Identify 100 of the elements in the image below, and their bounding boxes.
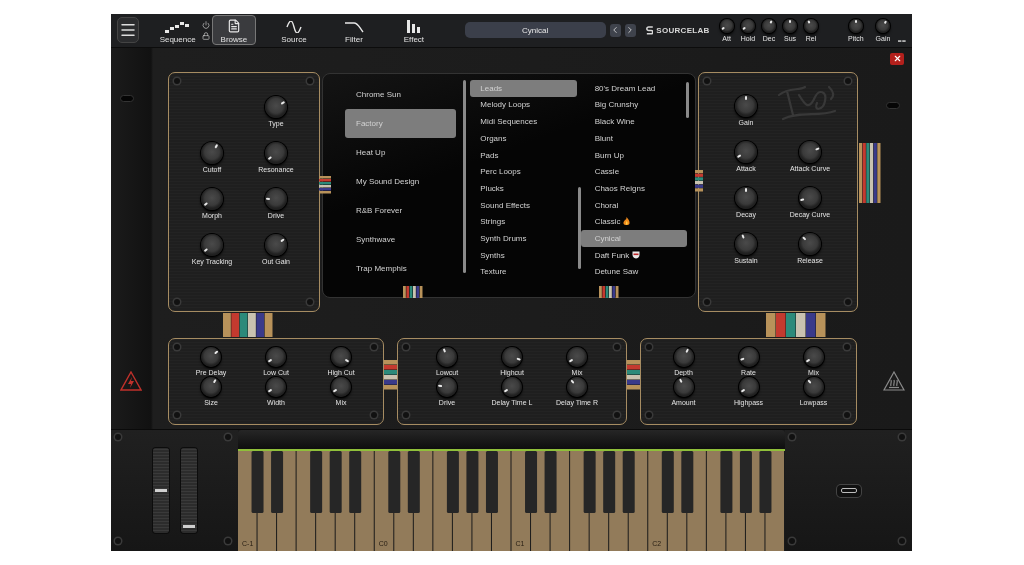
- knob[interactable]: [719, 18, 734, 33]
- nav-tab[interactable]: Browse: [211, 15, 256, 46]
- category-item[interactable]: Synths: [470, 246, 577, 264]
- screw-icon: [845, 77, 851, 84]
- screw-icon: [225, 434, 231, 441]
- screw-icon: [845, 298, 851, 305]
- screw-icon: [614, 411, 620, 418]
- menu-button[interactable]: [117, 17, 140, 44]
- category-item[interactable]: Organs: [470, 130, 577, 147]
- knob[interactable]: [266, 346, 286, 367]
- screw-icon: [789, 538, 795, 545]
- preset-field[interactable]: Cynical: [464, 22, 606, 39]
- cable-drawing: [319, 175, 331, 194]
- document-icon: [226, 19, 241, 34]
- bank-item[interactable]: My Sound Design: [345, 166, 457, 196]
- preset-item[interactable]: Cassie: [580, 163, 687, 181]
- screw-icon: [115, 434, 121, 441]
- preset-item[interactable]: Choral: [580, 196, 687, 214]
- resize-grip-icon: [898, 39, 907, 43]
- knob[interactable]: [331, 346, 351, 367]
- preset-item[interactable]: Chaos Reigns: [580, 180, 687, 197]
- close-icon: [892, 54, 902, 64]
- slot-icon: [120, 94, 134, 102]
- hot-surface-warning-icon: [883, 371, 905, 392]
- power-icon[interactable]: [201, 20, 210, 29]
- modulation-wheel[interactable]: [180, 448, 197, 534]
- cable-drawing: [859, 142, 881, 203]
- screw-icon: [174, 411, 180, 418]
- preset-item[interactable]: Blunt: [580, 130, 687, 147]
- cable-drawing: [223, 312, 273, 337]
- preset-item[interactable]: Detune Saw: [580, 263, 687, 281]
- lock-icon[interactable]: [201, 31, 210, 40]
- steps-icon: [164, 21, 191, 34]
- knob[interactable]: [876, 18, 890, 33]
- knob[interactable]: [567, 346, 587, 367]
- knob[interactable]: [783, 18, 798, 33]
- category-item[interactable]: Strings: [470, 213, 577, 231]
- piano-keys-drawing[interactable]: [238, 451, 785, 551]
- screw-icon: [844, 343, 850, 350]
- category-item[interactable]: Synth Drums: [470, 230, 577, 247]
- nav-tab[interactable]: Filter: [331, 15, 376, 46]
- bank-item[interactable]: Chrome Sun: [345, 79, 457, 109]
- preset-item[interactable]: Big Crunshy: [580, 96, 687, 114]
- category-item[interactable]: Midi Sequences: [470, 113, 577, 130]
- preset-item[interactable]: 80's Dream Lead: [580, 79, 687, 97]
- next-button[interactable]: [624, 23, 636, 37]
- bank-item[interactable]: Trap Memphis: [345, 253, 457, 283]
- knob[interactable]: [331, 376, 351, 397]
- cable-drawing: [695, 169, 703, 192]
- screw-icon: [704, 77, 710, 84]
- flame-icon: [623, 217, 631, 227]
- bank-item[interactable]: R&B Forever: [345, 195, 457, 225]
- category-item[interactable]: Plucks: [470, 180, 577, 197]
- screw-icon: [225, 538, 231, 545]
- screw-icon: [646, 411, 652, 418]
- screw-icon: [403, 411, 409, 418]
- bank-item[interactable]: Heat Up: [345, 137, 457, 167]
- scrollbar[interactable]: [686, 81, 689, 118]
- nav-tab[interactable]: Effect: [391, 15, 436, 46]
- high-voltage-warning-icon: [120, 371, 142, 392]
- knob[interactable]: [502, 376, 522, 397]
- modulation-wheel[interactable]: [152, 448, 169, 534]
- usb-port-icon: [836, 484, 861, 497]
- scrollbar[interactable]: [463, 79, 467, 273]
- nav-tab[interactable]: Source: [271, 15, 316, 46]
- screw-icon: [844, 411, 850, 418]
- cable-drawing: [403, 285, 423, 298]
- nav-tab[interactable]: Sequence: [155, 15, 200, 46]
- screw-icon: [704, 298, 710, 305]
- preset-item[interactable]: Daft Funk: [580, 246, 687, 264]
- knob[interactable]: [848, 18, 863, 33]
- screw-icon: [371, 343, 377, 350]
- knob[interactable]: [740, 18, 755, 33]
- logo-icon: [645, 25, 654, 36]
- knob[interactable]: [266, 376, 286, 397]
- category-item[interactable]: Pads: [470, 146, 577, 164]
- screw-icon: [307, 298, 313, 305]
- brand-name: SOURCELAB: [656, 25, 710, 35]
- preset-item[interactable]: Classic: [580, 213, 687, 231]
- previous-button[interactable]: [609, 23, 621, 37]
- screw-icon: [899, 434, 905, 441]
- sine-wave-icon: [285, 21, 302, 34]
- category-item[interactable]: Sound Effects: [470, 196, 577, 214]
- bank-item[interactable]: Synthwave: [345, 224, 457, 254]
- screw-icon: [789, 434, 795, 441]
- cable-drawing: [766, 312, 826, 337]
- close-button[interactable]: [890, 52, 904, 65]
- screw-icon: [614, 343, 620, 350]
- screw-icon: [371, 411, 377, 418]
- preset-item[interactable]: Burn Up: [580, 146, 687, 164]
- category-item[interactable]: Melody Loops: [470, 96, 577, 114]
- category-item[interactable]: Perc Loops: [470, 163, 577, 181]
- bars-icon: [405, 20, 422, 34]
- screw-icon: [174, 298, 180, 305]
- preset-item[interactable]: Black Wine: [580, 113, 687, 130]
- screw-icon: [174, 343, 180, 350]
- category-item[interactable]: Texture: [470, 263, 577, 281]
- scrollbar[interactable]: [577, 186, 581, 269]
- screw-icon: [646, 343, 652, 350]
- slot-icon: [886, 101, 900, 109]
